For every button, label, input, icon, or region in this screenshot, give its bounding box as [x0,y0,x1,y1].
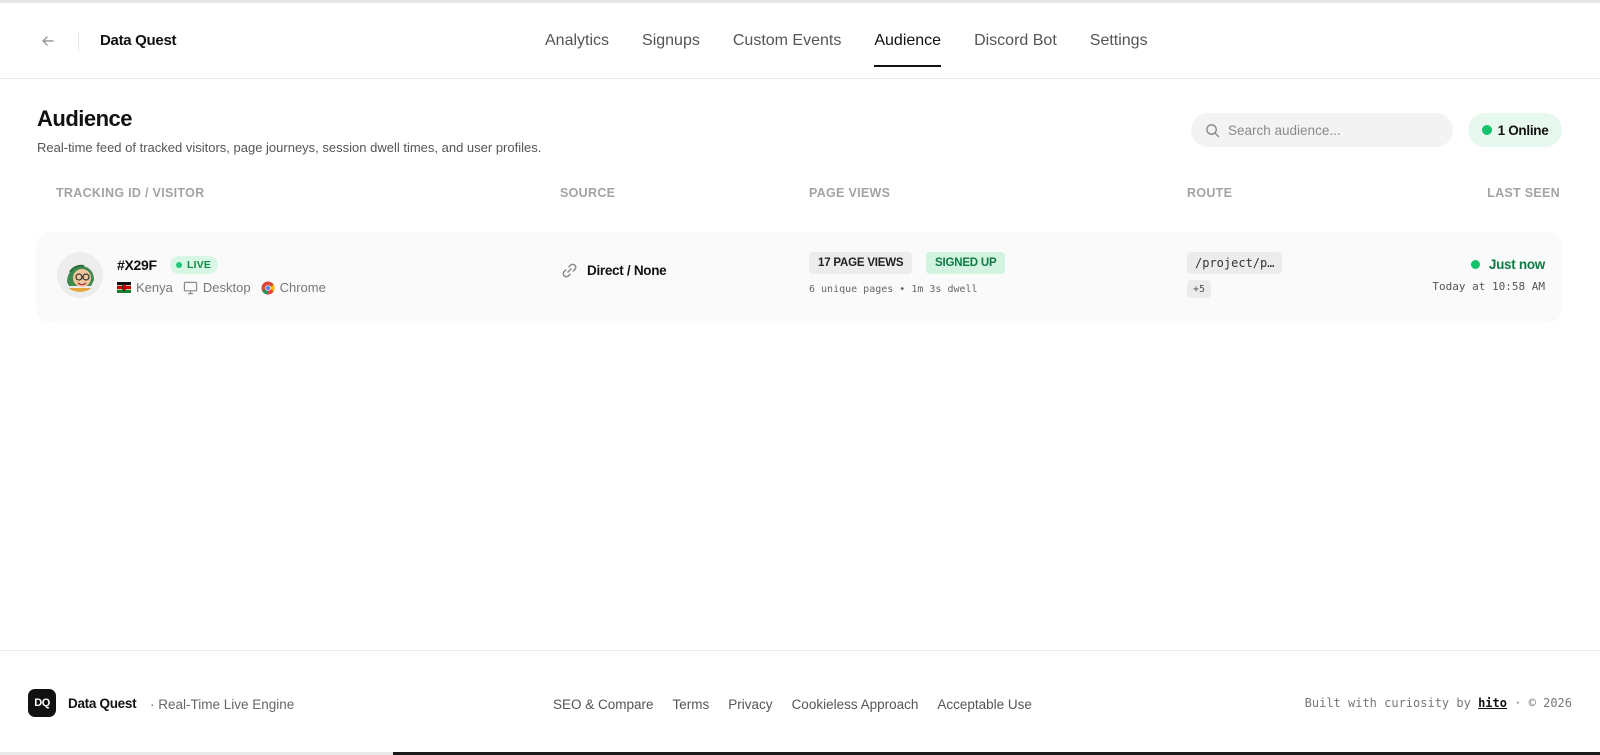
live-dot-icon [176,262,182,268]
live-label: LIVE [187,259,212,271]
header-divider [78,31,79,51]
footer-credit: Built with curiosity by hito · © 2026 [1305,696,1572,710]
credit-prefix: Built with curiosity by [1304,696,1471,710]
col-header-page-views: PAGE VIEWS [809,186,891,200]
tab-analytics[interactable]: Analytics [545,3,609,79]
page-subtitle: Real-time feed of tracked visitors, page… [37,140,542,155]
footer-link-privacy[interactable]: Privacy [728,697,772,712]
browser-label: Chrome [279,280,326,295]
table-row[interactable]: #X29F LIVE Kenya Desktop Chrome Direct /… [37,232,1561,321]
chrome-icon [261,281,275,294]
credit-author-link[interactable]: hito [1478,696,1507,710]
status-dot-icon [1470,260,1480,269]
monitor-icon [183,281,198,294]
last-seen-status-label: Just now [1488,257,1545,272]
online-count-badge: 1 Online [1468,113,1562,147]
avatar-illustration-icon [57,252,103,298]
live-badge: LIVE [170,256,219,274]
footer-logo-icon[interactable]: DQ [28,689,56,717]
footer-links: SEO & Compare Terms Privacy Cookieless A… [553,697,1051,712]
tab-audience[interactable]: Audience [874,3,941,79]
footer-brand: Data Quest [68,696,137,711]
site-footer: DQ Data Quest · Real-Time Live Engine SE… [0,650,1600,755]
route-more-chip[interactable]: +5 [1187,280,1212,298]
main-nav: Analytics Signups Custom Events Audience… [545,3,1181,79]
footer-link-terms[interactable]: Terms [673,697,710,712]
col-header-source: SOURCE [560,186,616,200]
signed-up-badge: SIGNED UP [926,252,1006,274]
visitor-meta: Kenya Desktop Chrome [117,280,336,295]
visitor-device: Desktop [183,280,251,295]
device-label: Desktop [202,280,251,295]
footer-link-seo-compare[interactable]: SEO & Compare [553,697,654,712]
tab-discord-bot[interactable]: Discord Bot [974,3,1057,79]
last-seen-status: Just now [1470,257,1545,272]
footer-link-acceptable-use[interactable]: Acceptable Use [937,697,1032,712]
online-count-label: 1 Online [1497,122,1549,138]
online-dot-icon [1481,125,1492,135]
col-header-last-seen: LAST SEEN [1487,186,1560,200]
source-label: Direct / None [587,263,667,278]
col-header-visitor: TRACKING ID / VISITOR [56,186,205,200]
source-cell: Direct / None [561,262,667,279]
tab-settings[interactable]: Settings [1090,3,1148,79]
link-icon [562,263,577,278]
visitor-country: Kenya [117,280,173,295]
col-header-route: ROUTE [1187,186,1233,200]
search-icon [1206,123,1220,137]
search-input[interactable] [1228,122,1438,138]
footer-link-cookieless[interactable]: Cookieless Approach [792,697,919,712]
page-views-badge: 17 PAGE VIEWS [809,252,913,274]
back-button[interactable] [36,29,60,53]
tab-signups[interactable]: Signups [642,3,700,79]
page-title: Audience [37,106,133,131]
credit-suffix: · © 2026 [1514,696,1572,710]
tab-custom-events[interactable]: Custom Events [733,3,841,79]
arrow-left-icon [42,36,54,46]
footer-tagline: · Real-Time Live Engine [150,697,295,712]
app-header: Data Quest Analytics Signups Custom Even… [0,3,1600,79]
visitor-browser: Chrome [261,280,326,295]
page-views-detail: 6 unique pages • 1m 3s dwell [809,284,978,295]
avatar [57,252,103,298]
brand-name: Data Quest [100,32,177,49]
last-seen-time: Today at 10:58 AM [1432,280,1545,293]
search-box[interactable] [1191,113,1453,147]
visitor-id[interactable]: #X29F [117,257,157,273]
route-chip[interactable]: /project/p… [1187,252,1283,274]
kenya-flag-icon [117,282,131,293]
country-label: Kenya [136,280,173,295]
